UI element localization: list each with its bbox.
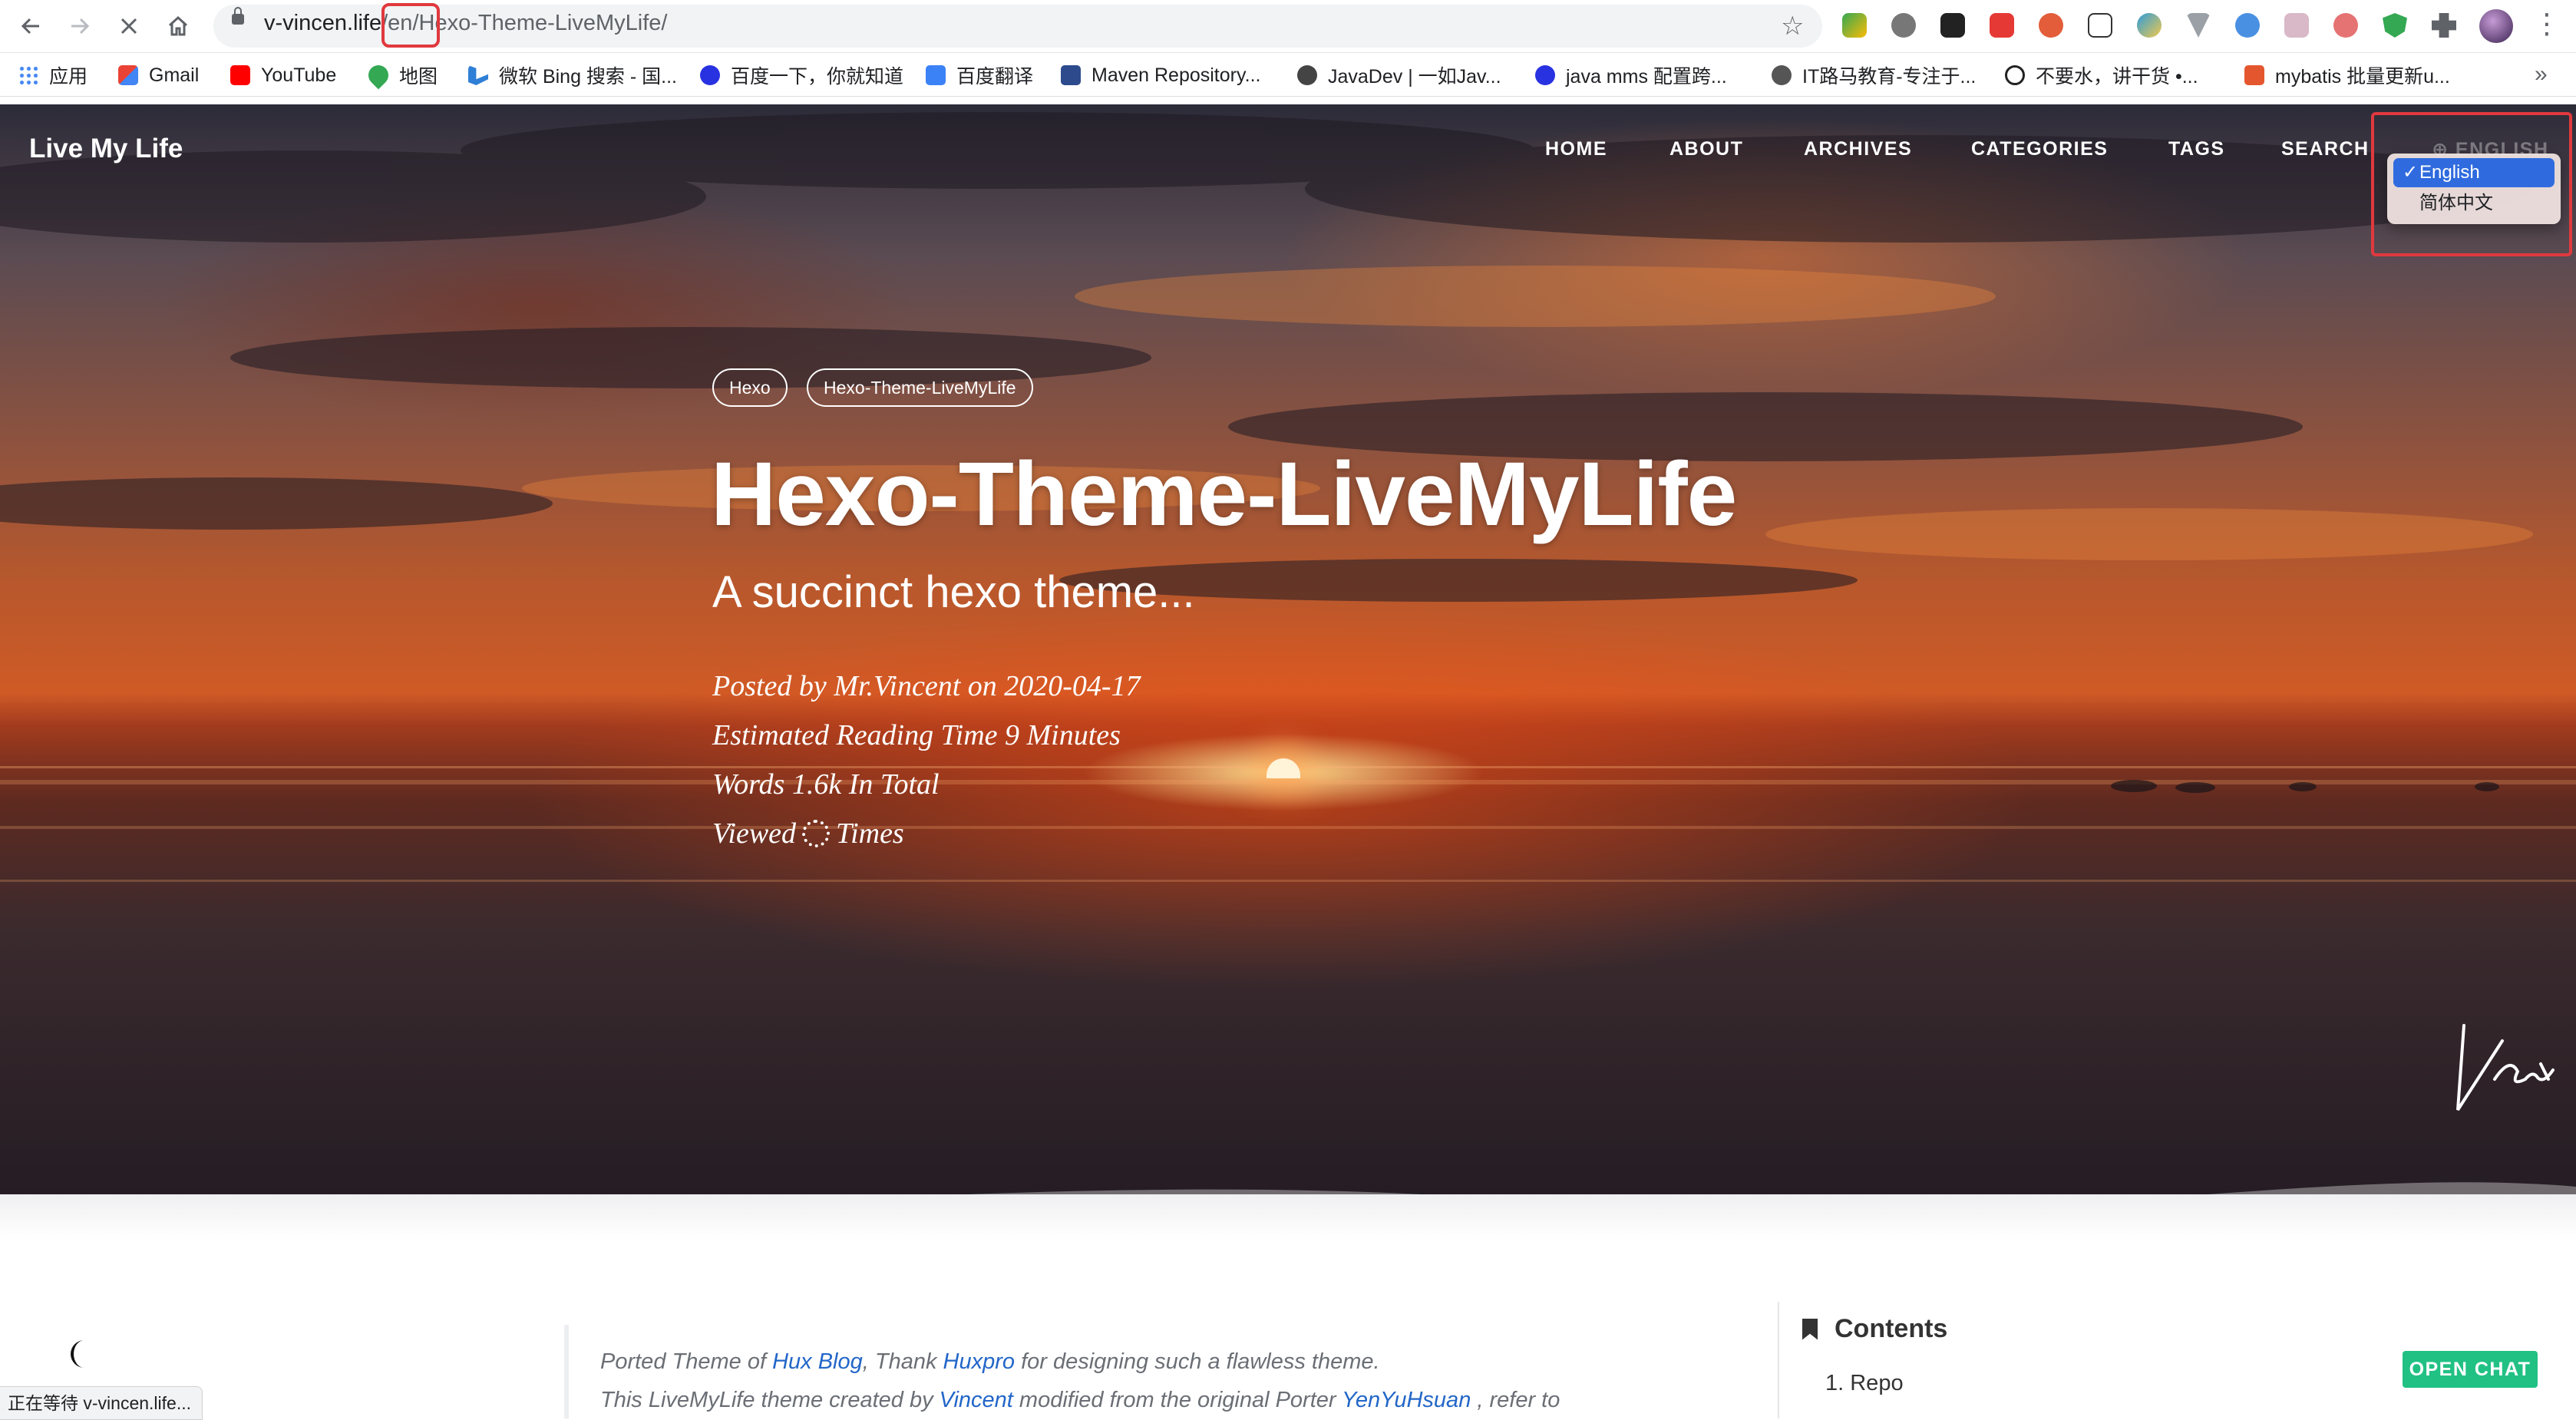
bookmark-item[interactable]: 应用 [18, 64, 88, 88]
extension-icon[interactable] [1842, 13, 1867, 38]
bookmark-item[interactable]: YouTube [230, 64, 336, 87]
nav-home[interactable]: HOME [1545, 138, 1607, 160]
post-word-count: Words 1.6k In Total [712, 768, 940, 801]
browser-menu-icon[interactable]: ⋮ [2533, 8, 2561, 40]
bookmark-item[interactable]: mybatis 批量更新u... [2244, 64, 2450, 88]
bookmark-item[interactable]: 地图 [364, 61, 438, 90]
forward-arrow-icon[interactable] [63, 9, 97, 43]
nav-search[interactable]: SEARCH [2281, 138, 2370, 160]
status-bar: 正在等待 v-vincen.life... [0, 1386, 203, 1420]
toc-heading: Contents [1802, 1314, 1947, 1344]
post-subtitle: A succinct hexo theme... [712, 567, 1195, 617]
extension-icon[interactable] [2383, 13, 2407, 38]
extension-icon[interactable] [2284, 13, 2309, 38]
post-title: Hexo-Theme-LiveMyLife [711, 444, 1737, 545]
extension-icon[interactable] [2333, 13, 2358, 38]
nav-about[interactable]: ABOUT [1669, 138, 1743, 160]
yenyuhsuan-link[interactable]: YenYuHsuan [1342, 1388, 1471, 1412]
nav-categories[interactable]: CATEGORIES [1971, 138, 2108, 160]
csdn-icon [2244, 65, 2264, 85]
bookmark-item[interactable]: IT路马教育-专注于... [1772, 64, 1976, 88]
github-icon [2005, 65, 2025, 85]
post-reading-time: Estimated Reading Time 9 Minutes [712, 719, 1121, 751]
huxpro-link[interactable]: Huxpro [943, 1349, 1016, 1374]
baidu-paw-icon [700, 65, 720, 85]
extension-icon[interactable] [1891, 13, 1916, 38]
blockquote-bar [564, 1325, 569, 1418]
youtube-icon [230, 65, 250, 85]
extension-icon[interactable] [2186, 13, 2211, 38]
nav-tags[interactable]: TAGS [2168, 138, 2225, 160]
baidu-translate-icon [926, 65, 946, 85]
bookmarks-bar: 应用 Gmail YouTube 地图 微软 Bing 搜索 - 国... 百度… [0, 53, 2576, 97]
bookmark-item[interactable]: 微软 Bing 搜索 - 国... [468, 64, 677, 88]
bookmark-item[interactable]: 不要水，讲干货 •... [2005, 64, 2198, 88]
post-tag[interactable]: Hexo [712, 368, 788, 407]
home-icon[interactable] [161, 9, 195, 43]
sky-clouds [0, 112, 2576, 882]
gmail-icon [118, 65, 138, 85]
browser-toolbar: v-vincen.life/en/Hexo-Theme-LiveMyLife/ … [0, 0, 2576, 53]
extension-icon[interactable] [2137, 13, 2162, 38]
hero-wave [0, 1182, 2576, 1194]
maven-icon [1061, 65, 1081, 85]
bookmark-star-icon[interactable]: ☆ [1781, 11, 1804, 41]
lock-icon [232, 7, 244, 25]
bookmark-icon [1802, 1318, 1818, 1340]
post-author-date: Posted by Mr.Vincent on 2020-04-17 [712, 670, 1141, 702]
puzzle-extensions-icon[interactable] [2432, 13, 2456, 38]
vincent-link[interactable]: Vincent [940, 1388, 1013, 1412]
url-lang-highlight [381, 3, 440, 48]
post-view-count: Viewed Times [712, 817, 904, 850]
dark-mode-moon-icon[interactable] [64, 1337, 98, 1371]
bookmark-item[interactable]: java mms 配置跨... [1535, 64, 1727, 88]
extension-icon[interactable] [2235, 13, 2260, 38]
baidu-paw-icon [1535, 65, 1555, 85]
maps-pin-icon [364, 61, 393, 90]
url-text[interactable]: v-vincen.life/en/Hexo-Theme-LiveMyLife/ [264, 11, 667, 36]
intro-line-1: Ported Theme of Hux Blog, Thank Huxpro f… [600, 1349, 1380, 1374]
hero-header: Live My Life HOME ABOUT ARCHIVES CATEGOR… [0, 104, 2576, 1194]
bookmark-item[interactable]: 百度翻译 [926, 64, 1033, 88]
apps-grid-icon [18, 65, 38, 85]
bookmark-item[interactable]: Gmail [118, 64, 199, 87]
stop-loading-icon[interactable] [112, 9, 146, 43]
back-arrow-icon[interactable] [14, 9, 48, 43]
intro-line-2: This LiveMyLife theme created by Vincent… [600, 1388, 1560, 1412]
site-brand[interactable]: Live My Life [29, 134, 183, 164]
bookmark-item[interactable]: 百度一下，你就知道 [700, 64, 903, 88]
language-dropdown-highlight [2371, 112, 2572, 256]
bookmarks-overflow-icon[interactable]: » [2535, 61, 2548, 88]
extension-icon[interactable] [1940, 13, 1965, 38]
toc-item[interactable]: 1. Repo [1825, 1371, 1904, 1396]
profile-avatar[interactable] [2479, 9, 2513, 43]
hux-blog-link[interactable]: Hux Blog [772, 1349, 863, 1374]
loading-spinner-icon [802, 820, 831, 847]
bing-icon [468, 65, 488, 85]
open-chat-button[interactable]: OPEN CHAT [2403, 1351, 2538, 1388]
globe-icon [1772, 65, 1792, 85]
bookmark-item[interactable]: JavaDev | 一如Jav... [1297, 64, 1501, 88]
post-tag[interactable]: Hexo-Theme-LiveMyLife [807, 368, 1033, 407]
wave-shadow [0, 1194, 2576, 1240]
bookmark-item[interactable]: Maven Repository... [1061, 64, 1260, 87]
signature-logo [2456, 1024, 2555, 1111]
extension-icon[interactable] [1990, 13, 2014, 38]
javadev-icon [1297, 65, 1317, 85]
extension-icon[interactable] [2039, 13, 2063, 38]
nav-archives[interactable]: ARCHIVES [1804, 138, 1912, 160]
extension-icon[interactable] [2088, 13, 2112, 38]
sidebar-divider [1778, 1302, 1779, 1418]
